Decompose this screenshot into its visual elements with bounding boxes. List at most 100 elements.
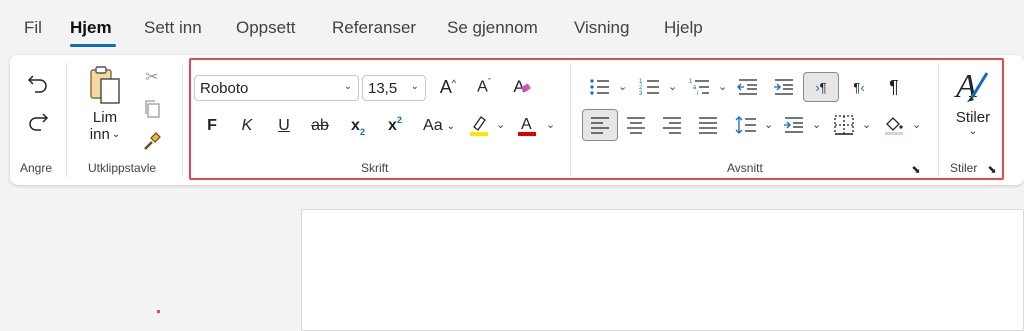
line-spacing-icon (735, 116, 756, 134)
chevron-down-icon[interactable]: ⌄ (912, 118, 921, 131)
line-spacing-button[interactable] (732, 111, 760, 139)
bold-button[interactable]: F (200, 113, 224, 139)
cut-button[interactable]: ✂ (140, 65, 164, 89)
italic-button[interactable]: K (235, 113, 259, 139)
chevron-down-icon: ⌄ (446, 120, 455, 132)
chevron-down-icon[interactable]: ⌄ (496, 118, 505, 131)
svg-text:i: i (697, 91, 698, 97)
styles-button[interactable]: A Stiler ⌄ (948, 63, 998, 153)
font-size-dropdown[interactable]: 13,5 ⌄ (362, 75, 426, 101)
font-name-value: Roboto (200, 79, 249, 97)
chevron-down-icon: ⌄ (410, 81, 419, 92)
chevron-down-icon: ⌄ (111, 129, 121, 140)
borders-button[interactable] (830, 111, 858, 139)
format-painter-icon (144, 132, 161, 150)
chevron-down-icon[interactable]: ⌄ (718, 80, 727, 93)
font-size-value: 13,5 (368, 79, 398, 97)
show-formatting-button[interactable]: ¶ (880, 73, 908, 101)
clear-formatting-button[interactable]: A (506, 73, 532, 101)
align-right-icon (663, 117, 681, 134)
shrink-font-glyph: A (477, 78, 488, 96)
subscript-button[interactable]: x2 (346, 113, 370, 139)
group-divider (182, 63, 183, 177)
paste-icon (90, 66, 120, 104)
redo-icon (29, 113, 49, 131)
copy-icon (145, 100, 160, 118)
tab-visning[interactable]: Visning (574, 18, 629, 38)
redo-button[interactable] (24, 107, 52, 135)
chevron-down-icon[interactable]: ⌄ (546, 118, 555, 131)
bullets-button[interactable] (586, 73, 614, 101)
shrink-font-button[interactable]: Aˇ (471, 73, 497, 101)
paragraph-dialog-launcher[interactable]: ⬊ (908, 161, 924, 177)
chevron-down-icon[interactable]: ⌄ (668, 80, 677, 93)
shrink-font-icon: Aˇ (477, 77, 491, 96)
font-color-button[interactable]: A (514, 111, 540, 139)
format-painter-button[interactable] (140, 129, 164, 153)
tab-oppsett[interactable]: Oppsett (236, 18, 296, 38)
shading-button[interactable] (880, 111, 908, 139)
group-label-utklippstavle: Utklippstavle (88, 161, 157, 175)
svg-text:A: A (521, 116, 532, 133)
superscript-button[interactable]: x2 (383, 113, 407, 139)
tab-hjem[interactable]: Hjem (70, 18, 112, 38)
right-to-left-icon: ¶‹ (853, 79, 865, 95)
chevron-down-icon: ⌄ (343, 81, 352, 92)
highlight-color-button[interactable] (466, 111, 492, 139)
ribbon-panel: Angre Lim inn ⌄ ✂ Utklippstavle Roboto ⌄… (10, 55, 1024, 185)
change-case-glyph: Aa (423, 117, 443, 134)
justify-button[interactable] (694, 111, 722, 139)
styles-dialog-launcher[interactable]: ⬊ (984, 161, 1000, 177)
align-left-button[interactable] (582, 109, 618, 141)
document-page[interactable] (301, 209, 1024, 331)
font-color-icon: A (518, 116, 536, 136)
multilevel-list-button[interactable]: 1ai (686, 73, 714, 101)
undo-icon (27, 75, 47, 93)
borders-icon (834, 115, 854, 135)
highlighter-icon (470, 116, 488, 136)
red-marker-dot (157, 310, 160, 313)
strikethrough-button[interactable]: ab (307, 113, 333, 139)
tab-hjelp[interactable]: Hjelp (664, 18, 703, 38)
tab-sett-inn[interactable]: Sett inn (144, 18, 202, 38)
grow-font-glyph: A (439, 76, 452, 97)
grow-font-button[interactable]: A^ (435, 73, 461, 101)
group-label-skrift: Skrift (361, 161, 389, 175)
copy-button[interactable] (140, 97, 164, 121)
ribbon-tabs: Fil Hjem Sett inn Oppsett Referanser Se … (0, 0, 1024, 54)
align-right-button[interactable] (658, 111, 686, 139)
group-label-angre: Angre (20, 161, 53, 175)
ltr-paragraph-button[interactable]: ›¶ (803, 72, 839, 102)
paragraph-spacing-button[interactable] (780, 111, 808, 139)
group-label-stiler: Stiler (950, 161, 978, 175)
align-center-icon (627, 117, 645, 134)
tab-se-gjennom[interactable]: Se gjennom (447, 18, 538, 38)
undo-button[interactable] (24, 69, 52, 97)
rtl-paragraph-button[interactable]: ¶‹ (845, 73, 873, 101)
numbering-button[interactable]: 123 (636, 73, 664, 101)
paste-button[interactable]: Lim inn ⌄ (80, 63, 130, 153)
numbering-icon: 123 (639, 79, 659, 97)
scissors-icon: ✂ (145, 69, 159, 86)
increase-indent-button[interactable] (770, 73, 798, 101)
subscript-marker: 2 (359, 127, 365, 137)
grow-font-icon: A^ (439, 76, 457, 97)
change-case-button[interactable]: Aa ⌄ (417, 113, 461, 139)
underline-button[interactable]: U (272, 113, 296, 139)
dialog-launcher-icon: ⬊ (911, 163, 921, 176)
active-tab-indicator (70, 44, 116, 47)
tab-referanser[interactable]: Referanser (332, 18, 416, 38)
paste-label-line2: inn ⌄ (90, 126, 120, 143)
group-divider (570, 63, 571, 177)
font-name-dropdown[interactable]: Roboto ⌄ (194, 75, 359, 101)
align-center-button[interactable] (622, 111, 650, 139)
tab-fil[interactable]: Fil (24, 18, 42, 38)
paint-bucket-icon (885, 117, 903, 135)
left-to-right-icon: ›¶ (815, 79, 827, 95)
clear-formatting-icon: A (513, 77, 532, 97)
chevron-down-icon[interactable]: ⌄ (764, 118, 773, 131)
decrease-indent-button[interactable] (734, 73, 762, 101)
chevron-down-icon[interactable]: ⌄ (812, 118, 821, 131)
chevron-down-icon[interactable]: ⌄ (862, 118, 871, 131)
chevron-down-icon[interactable]: ⌄ (618, 80, 627, 93)
